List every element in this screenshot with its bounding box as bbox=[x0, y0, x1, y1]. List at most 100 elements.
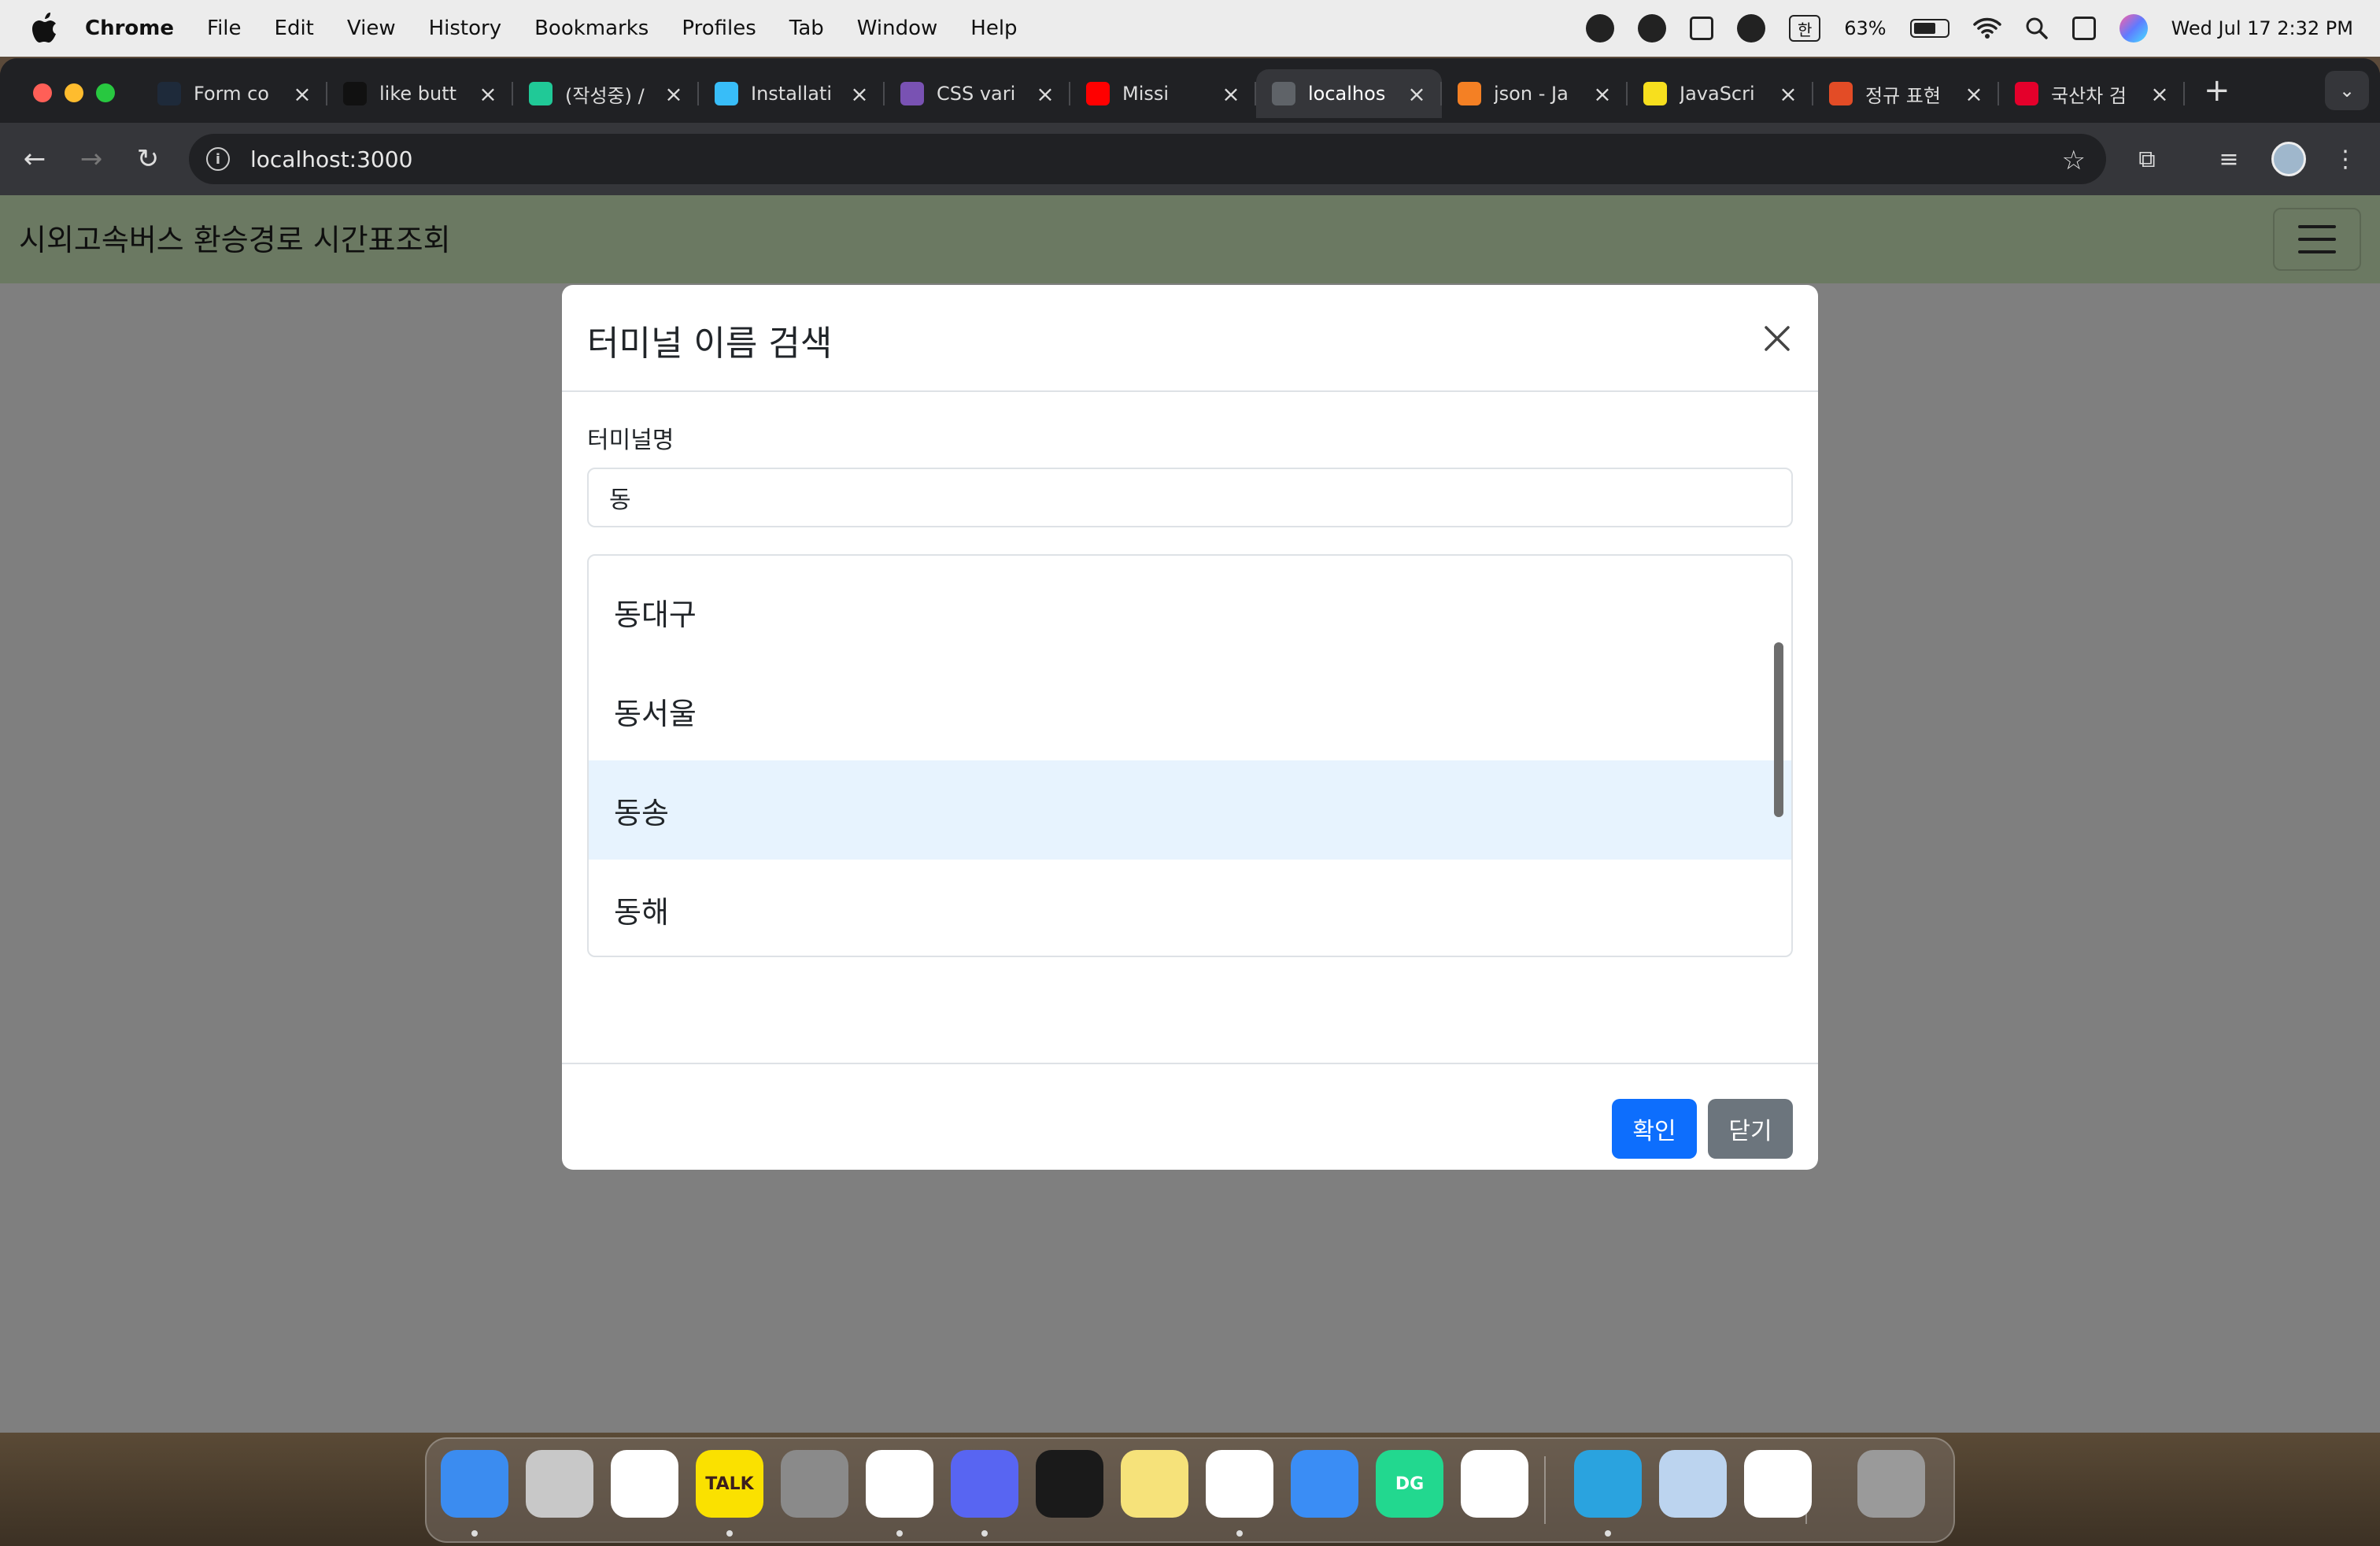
terminal-search-modal: 터미널 이름 검색 터미널명 동대구 동서울 동송 동해 bbox=[562, 285, 1818, 1170]
window-status-icon[interactable] bbox=[1690, 17, 1714, 40]
tab-title: json - Ja bbox=[1494, 83, 1569, 105]
location-status-icon[interactable] bbox=[1638, 14, 1667, 43]
tab-close-icon[interactable]: × bbox=[2150, 81, 2169, 107]
media-play-status-icon[interactable] bbox=[1737, 14, 1766, 43]
menu-app-name[interactable]: Chrome bbox=[85, 17, 174, 40]
dock-separator bbox=[1805, 1456, 1807, 1524]
clock-icon[interactable] bbox=[1744, 1450, 1812, 1518]
tab-close-icon[interactable]: × bbox=[293, 81, 312, 107]
search-result-item-highlighted[interactable]: 동송 bbox=[589, 760, 1791, 860]
tab-title: Missi bbox=[1122, 83, 1170, 105]
tab-close-icon[interactable]: × bbox=[850, 81, 869, 107]
battery-icon[interactable] bbox=[1909, 19, 1949, 38]
finder-icon[interactable] bbox=[441, 1450, 508, 1518]
menu-bookmarks[interactable]: Bookmarks bbox=[534, 17, 649, 40]
tab-close-icon[interactable]: × bbox=[1964, 81, 1983, 107]
kakaotalk-icon[interactable]: TALK bbox=[696, 1450, 763, 1518]
macos-menubar: Chrome File Edit View History Bookmarks … bbox=[0, 0, 2380, 57]
menubar-clock[interactable]: Wed Jul 17 2:32 PM bbox=[2171, 17, 2353, 39]
close-icon[interactable] bbox=[1758, 320, 1796, 357]
tab-close-icon[interactable]: × bbox=[1221, 81, 1240, 107]
menu-view[interactable]: View bbox=[347, 17, 396, 40]
chrome-icon[interactable] bbox=[866, 1450, 933, 1518]
encar-icon bbox=[2015, 82, 2038, 105]
xcode-icon[interactable] bbox=[1291, 1450, 1358, 1518]
chrome-menu-kebab-icon[interactable]: ⋮ bbox=[2328, 142, 2363, 176]
window-zoom-button[interactable] bbox=[96, 83, 115, 102]
browser-tab[interactable]: Installati × bbox=[699, 69, 885, 118]
menu-profiles[interactable]: Profiles bbox=[682, 17, 756, 40]
new-tab-button[interactable]: + bbox=[2204, 72, 2230, 109]
menu-window[interactable]: Window bbox=[857, 17, 938, 40]
browser-tab[interactable]: CSS vari × bbox=[885, 69, 1070, 118]
input-source-indicator[interactable]: 한 bbox=[1789, 15, 1821, 42]
wifi-icon[interactable] bbox=[1972, 17, 2001, 40]
window-close-button[interactable] bbox=[33, 83, 52, 102]
launchpad-icon[interactable] bbox=[526, 1450, 593, 1518]
tab-title: Installati bbox=[751, 83, 833, 105]
browser-tab[interactable]: Missi × bbox=[1070, 69, 1256, 118]
menu-tab[interactable]: Tab bbox=[789, 17, 824, 40]
browser-tab[interactable]: like butt × bbox=[327, 69, 513, 118]
tab-close-icon[interactable]: × bbox=[1593, 81, 1612, 107]
tab-title: localhos bbox=[1308, 83, 1386, 105]
browser-tab[interactable]: JavaScri × bbox=[1628, 69, 1813, 118]
browser-tab[interactable]: localhos × bbox=[1256, 69, 1442, 118]
back-arrow-icon[interactable]: ← bbox=[17, 142, 52, 176]
search-result-item[interactable]: 동서울 bbox=[589, 661, 1791, 760]
system-settings-icon[interactable] bbox=[781, 1450, 848, 1518]
profile-avatar[interactable] bbox=[2271, 142, 2306, 176]
media-queue-icon[interactable]: ≡ bbox=[2212, 142, 2246, 176]
tab-close-icon[interactable]: × bbox=[1407, 81, 1426, 107]
terminal-icon[interactable] bbox=[1036, 1450, 1103, 1518]
discord-icon[interactable] bbox=[951, 1450, 1018, 1518]
site-info-icon[interactable]: i bbox=[206, 147, 230, 171]
preview-icon[interactable] bbox=[1659, 1450, 1727, 1518]
apple-icon[interactable] bbox=[31, 13, 58, 44]
url-input[interactable] bbox=[250, 146, 1982, 172]
menu-edit[interactable]: Edit bbox=[275, 17, 314, 40]
control-center-icon[interactable] bbox=[2071, 17, 2096, 40]
bookmark-star-icon[interactable]: ☆ bbox=[2062, 145, 2086, 176]
results-scrollbar[interactable] bbox=[1774, 642, 1783, 817]
calendar-icon[interactable] bbox=[611, 1450, 678, 1518]
menu-help[interactable]: Help bbox=[970, 17, 1017, 40]
browser-tab[interactable]: 국산차 검 × bbox=[1999, 69, 2185, 118]
trash-icon[interactable] bbox=[1857, 1450, 1925, 1518]
browser-tab[interactable]: Form co × bbox=[142, 69, 327, 118]
menu-file[interactable]: File bbox=[207, 17, 242, 40]
terminal-search-input[interactable] bbox=[587, 468, 1793, 527]
tab-close-icon[interactable]: × bbox=[479, 81, 497, 107]
datagrip-icon[interactable]: DG bbox=[1376, 1450, 1443, 1518]
messages-status-icon[interactable] bbox=[1586, 14, 1615, 43]
tab-search-button[interactable]: ⌄ bbox=[2325, 71, 2369, 110]
tab-strip: Form co × like butt × (작성중) / × Installati × CSS… bbox=[0, 58, 2380, 123]
search-result-item[interactable]: 동대구 bbox=[589, 562, 1791, 661]
browser-tab[interactable]: json - Ja × bbox=[1442, 69, 1628, 118]
browser-tab[interactable]: 정규 표현 × bbox=[1813, 69, 1999, 118]
bootstrap-icon bbox=[900, 82, 924, 105]
siri-icon[interactable] bbox=[2119, 14, 2148, 43]
close-button[interactable]: 닫기 bbox=[1708, 1099, 1793, 1159]
menu-history[interactable]: History bbox=[429, 17, 502, 40]
notes-icon[interactable] bbox=[1121, 1450, 1188, 1518]
dock-separator bbox=[1544, 1456, 1546, 1524]
reload-icon[interactable]: ↻ bbox=[131, 142, 165, 176]
edge-icon[interactable] bbox=[1461, 1450, 1528, 1518]
confirm-button[interactable]: 확인 bbox=[1612, 1099, 1697, 1159]
vscode-icon[interactable] bbox=[1206, 1450, 1273, 1518]
browser-tab[interactable]: (작성중) / × bbox=[513, 69, 699, 118]
tailwind-icon bbox=[715, 82, 738, 105]
tab-close-icon[interactable]: × bbox=[1779, 81, 1798, 107]
search-results-list[interactable]: 동대구 동서울 동송 동해 bbox=[587, 554, 1793, 957]
telegram-icon[interactable] bbox=[1574, 1450, 1642, 1518]
codesandbox-icon bbox=[343, 82, 367, 105]
tab-close-icon[interactable]: × bbox=[1036, 81, 1055, 107]
window-minimize-button[interactable] bbox=[65, 83, 83, 102]
spotlight-search-icon[interactable] bbox=[2025, 17, 2049, 40]
address-bar[interactable]: i ☆ bbox=[189, 134, 2106, 184]
search-result-item[interactable]: 동해 bbox=[589, 860, 1791, 956]
extensions-puzzle-icon[interactable]: ⧉ bbox=[2130, 142, 2164, 176]
forward-arrow-icon[interactable]: → bbox=[74, 142, 109, 176]
tab-close-icon[interactable]: × bbox=[664, 81, 683, 107]
